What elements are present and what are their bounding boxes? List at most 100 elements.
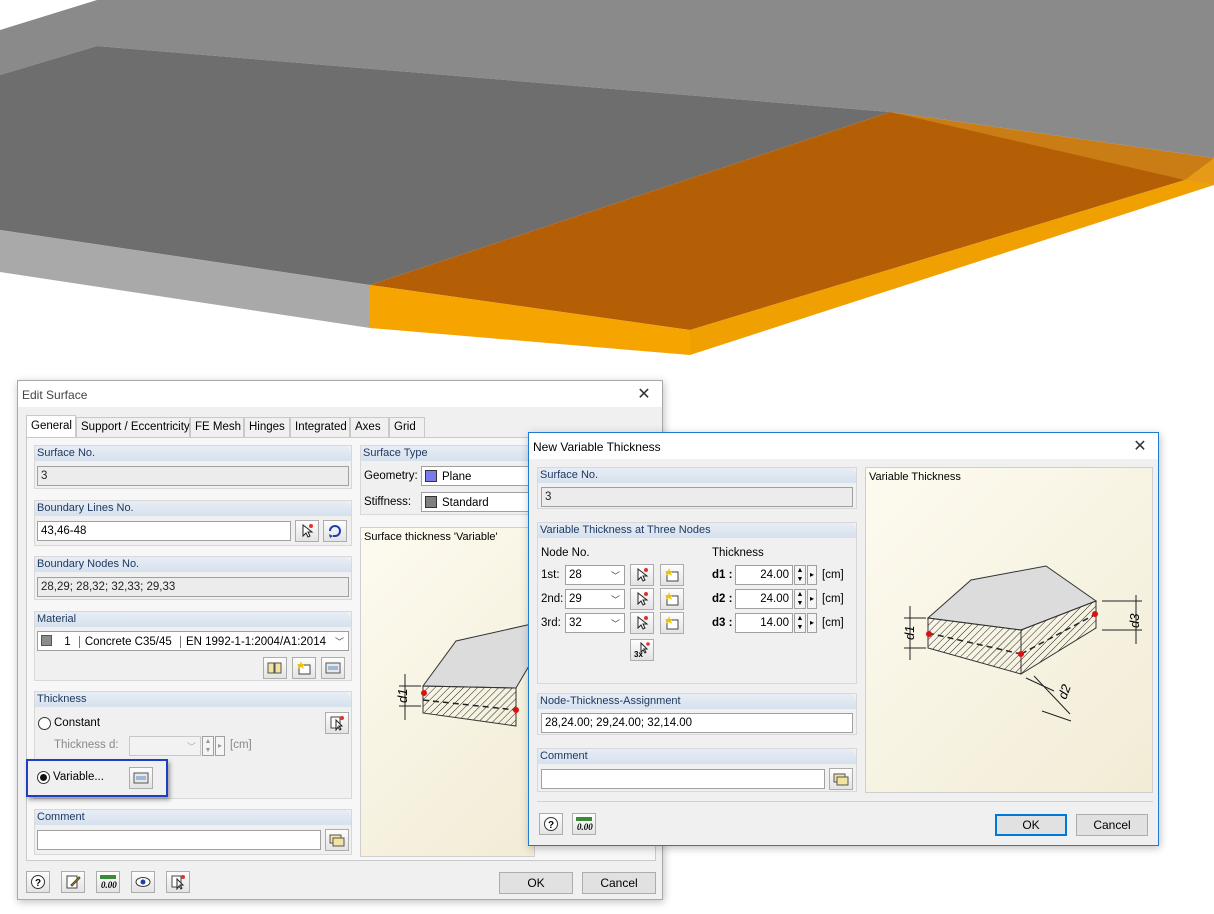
reverse-lines-button[interactable] [323, 520, 347, 542]
material-name: Concrete C35/45 [84, 636, 172, 648]
material-standard: EN 1992-1-1:2004/A1:2014 [185, 636, 326, 648]
stiffness-select[interactable]: Standard [421, 492, 536, 512]
new-icon [665, 616, 679, 630]
row1-thickness-input[interactable]: 24.00 [735, 565, 793, 585]
vt-ok-button[interactable]: OK [995, 814, 1067, 836]
vt-surface-no-label: Surface No. [538, 468, 856, 483]
row2-thickness-input[interactable]: 24.00 [735, 589, 793, 609]
material-swatch [41, 635, 52, 646]
thickness-pick-button[interactable] [325, 712, 349, 734]
edit-icon [133, 772, 149, 784]
row1-new-node-button[interactable] [660, 564, 684, 586]
surface-no-field: 3 [37, 466, 349, 486]
close-icon[interactable]: ✕ [634, 384, 654, 404]
material-edit-button[interactable] [321, 657, 345, 679]
row1-node-select[interactable]: 28 ﹀ [565, 565, 625, 585]
tab-fe-mesh[interactable]: FE Mesh [190, 417, 244, 437]
material-select[interactable]: 1 Concrete C35/45 EN 1992-1-1:2004/A1:20… [37, 631, 349, 651]
vt-comment-label: Comment [538, 749, 856, 764]
vt-comment-input[interactable] [541, 769, 825, 789]
comment-edit-button[interactable] [325, 829, 349, 851]
row2-new-node-button[interactable] [660, 588, 684, 610]
thickness-diagram: d1 [395, 622, 536, 727]
variable-thickness-preview: Variable Thickness d1 d3 d2 [865, 467, 1153, 793]
boundary-lines-input[interactable]: 43,46-48 [37, 521, 291, 541]
diagram-d1-label: d1 [395, 689, 410, 703]
new-icon [297, 661, 311, 675]
material-library-button[interactable] [263, 657, 287, 679]
view-icon [135, 877, 151, 887]
thickness-d-menu[interactable]: ▸ [215, 736, 225, 756]
vt-comment-edit-button[interactable] [829, 768, 853, 790]
row3-ordinal: 3rd: [541, 617, 561, 629]
row1-pick-node-button[interactable] [630, 564, 654, 586]
close-icon[interactable]: ✕ [1130, 436, 1150, 456]
row3-pick-node-button[interactable] [630, 612, 654, 634]
tab-hinges[interactable]: Hinges [244, 417, 290, 437]
thickness-d-spinner[interactable]: ▲ ▼ [202, 736, 214, 756]
tab-grid[interactable]: Grid [389, 417, 425, 437]
row3-node-select[interactable]: 32 ﹀ [565, 613, 625, 633]
chevron-down-icon: ﹀ [610, 571, 620, 581]
surface-thickness-preview: Surface thickness 'Variable' d1 [360, 527, 536, 857]
tab-support-eccentricity[interactable]: Support / Eccentricity [76, 417, 190, 437]
vt-help-button[interactable]: ? [539, 813, 563, 835]
tab-axes[interactable]: Axes [350, 417, 389, 437]
material-new-button[interactable] [292, 657, 316, 679]
cancel-button[interactable]: Cancel [582, 872, 656, 894]
boundary-nodes-group: Boundary Nodes No. 28,29; 28,32; 32,33; … [34, 556, 352, 600]
pick-three-nodes-button[interactable]: 3x [630, 639, 654, 661]
assignment-input[interactable]: 28,24.00; 29,24.00; 32,14.00 [541, 713, 853, 733]
3d-model-viewport[interactable] [0, 0, 1214, 370]
geometry-select[interactable]: Plane [421, 466, 536, 486]
row3-thickness-menu[interactable]: ▸ [807, 613, 817, 633]
row1-ordinal: 1st: [541, 569, 560, 581]
footer-separator [537, 801, 1153, 802]
row2-thickness-menu[interactable]: ▸ [807, 589, 817, 609]
thickness-d-input[interactable]: ﹀ [129, 736, 201, 756]
vt-units-button[interactable]: 0.00 [572, 813, 596, 835]
units-button[interactable]: 0.00 [96, 871, 120, 893]
row3-thickness-input[interactable]: 14.00 [735, 613, 793, 633]
vt-surface-no-field: 3 [541, 487, 853, 507]
row1-thickness-spinner[interactable]: ▲ ▼ [794, 565, 806, 585]
row2-pick-node-button[interactable] [630, 588, 654, 610]
thickness-constant-radio[interactable] [38, 717, 51, 730]
comment-group: Comment [34, 809, 352, 855]
material-number: 1 [64, 636, 71, 648]
notes-icon [66, 875, 81, 889]
dialog-title: New Variable Thickness [529, 433, 1158, 459]
ok-button[interactable]: OK [499, 872, 573, 894]
node-no-header: Node No. [541, 547, 590, 559]
boundary-nodes-label: Boundary Nodes No. [35, 557, 351, 572]
comment-input[interactable] [37, 830, 321, 850]
row1-d-label: d1 : [712, 569, 733, 581]
edit-notes-button[interactable] [61, 871, 85, 893]
tab-general[interactable]: General [26, 415, 76, 437]
help-button[interactable]: ? [26, 871, 50, 893]
pick-icon [637, 615, 649, 630]
row1-thickness-menu[interactable]: ▸ [807, 565, 817, 585]
row2-node-select[interactable]: 29 ﹀ [565, 589, 625, 609]
geometry-label: Geometry: [364, 470, 418, 482]
boundary-lines-label: Boundary Lines No. [35, 501, 351, 516]
show-selection-button[interactable] [166, 871, 190, 893]
boundary-lines-group: Boundary Lines No. 43,46-48 [34, 500, 352, 546]
tab-integrated[interactable]: Integrated [290, 417, 350, 437]
view-button[interactable] [131, 871, 155, 893]
row3-new-node-button[interactable] [660, 612, 684, 634]
diagram-d2-label: d2 [1055, 682, 1074, 701]
variable-edit-button[interactable] [129, 767, 153, 789]
pick-lines-button[interactable] [295, 520, 319, 542]
thickness-variable-radio[interactable] [37, 771, 50, 784]
show-icon [171, 875, 185, 890]
vt-cancel-button[interactable]: Cancel [1076, 814, 1148, 836]
row3-thickness-spinner[interactable]: ▲ ▼ [794, 613, 806, 633]
pick-icon [637, 591, 649, 606]
new-icon [665, 568, 679, 582]
boundary-nodes-field: 28,29; 28,32; 32,33; 29,33 [37, 577, 349, 597]
surface-type-label: Surface Type [361, 446, 534, 461]
assignment-group: Node-Thickness-Assignment 28,24.00; 29,2… [537, 693, 857, 735]
thickness-unit: [cm] [230, 739, 252, 751]
row2-thickness-spinner[interactable]: ▲ ▼ [794, 589, 806, 609]
